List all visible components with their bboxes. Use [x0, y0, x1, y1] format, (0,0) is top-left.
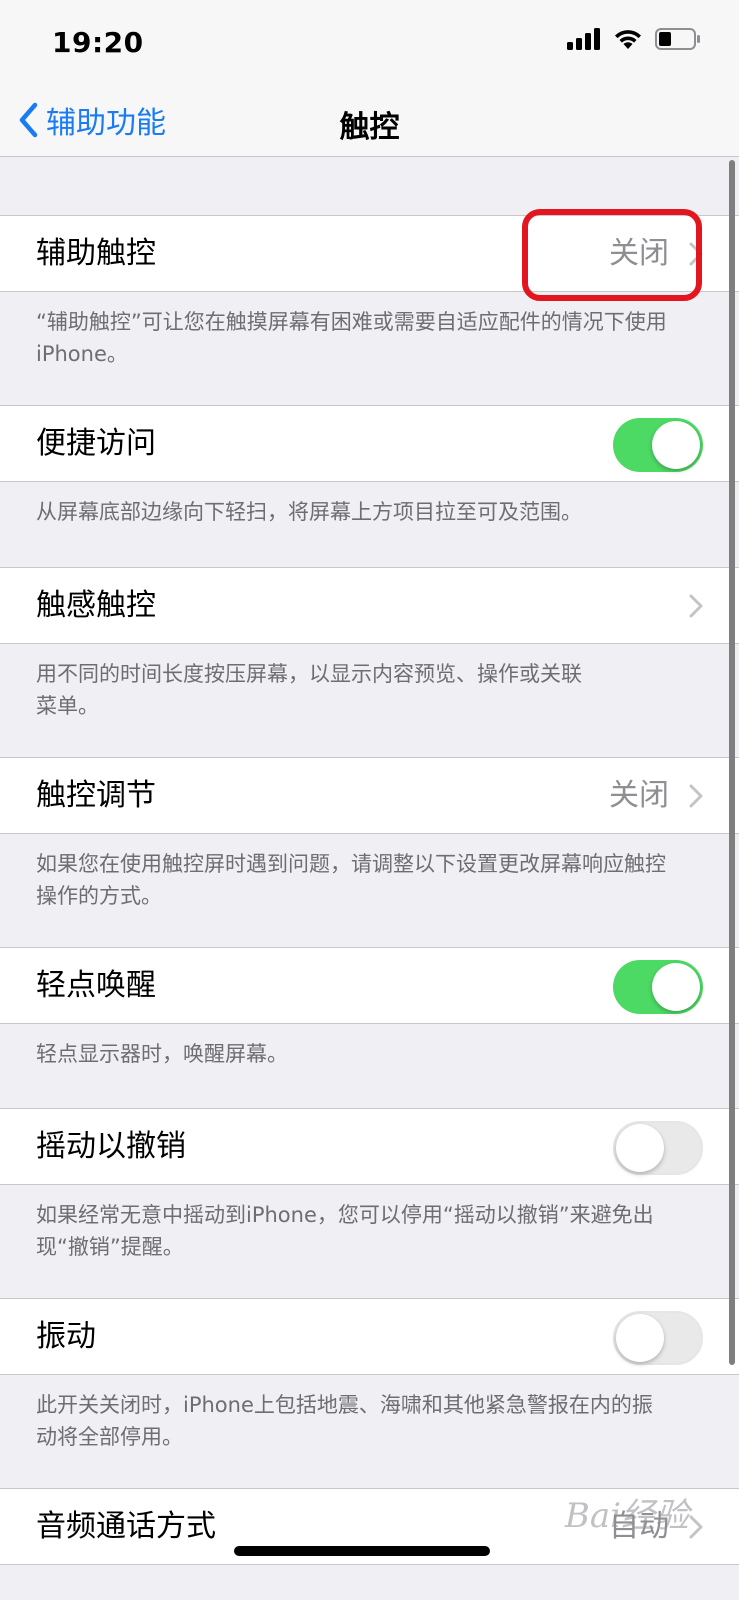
watermark: Bai经验: [564, 1496, 689, 1536]
reachability-toggle[interactable]: [613, 418, 703, 472]
row-value: 关闭: [609, 778, 669, 813]
status-bar: 19:20: [0, 0, 739, 88]
row-label: 振动: [36, 1319, 96, 1354]
battery-icon: [655, 28, 700, 50]
wifi-icon: [615, 30, 641, 49]
row-label: 触感触控: [36, 588, 156, 623]
toggle-knob: [652, 421, 700, 469]
chevron-right-icon: [689, 1515, 703, 1539]
chevron-right-icon: [689, 594, 703, 618]
tap-to-wake-toggle[interactable]: [613, 960, 703, 1014]
row-label: 音频通话方式: [36, 1509, 216, 1544]
settings-section: 便捷访问 从屏幕底部边缘向下轻扫，将屏幕上方项目拉至可及范围。: [0, 405, 739, 528]
shake-to-undo-row[interactable]: 摇动以撤销: [0, 1108, 739, 1185]
status-icons: [567, 28, 701, 50]
row-label: 摇动以撤销: [36, 1129, 186, 1164]
settings-section: 振动 此开关关闭时，iPhone上包括地震、海啸和其他紧急警报在内的振动将全部停…: [0, 1298, 739, 1453]
status-time: 19:20: [52, 26, 144, 59]
tap-to-wake-row[interactable]: 轻点唤醒: [0, 947, 739, 1024]
toggle-knob: [652, 963, 700, 1011]
settings-list[interactable]: 辅助触控 关闭 “辅助触控”可让您在触摸屏幕有困难或需要自适应配件的情况下使用i…: [0, 157, 739, 1600]
page-title: 触控: [339, 110, 400, 145]
scroll-indicator[interactable]: [729, 160, 735, 1365]
cellular-signal-icon: [567, 28, 600, 50]
row-label: 辅助触控: [36, 236, 156, 271]
toggle-knob: [616, 1124, 664, 1172]
section-footer: 如果经常无意中摇动到iPhone，您可以停用“摇动以撤销”来避免出现“撤销”提醒…: [36, 1203, 654, 1259]
settings-section: 触控调节 关闭 如果您在使用触控屏时遇到问题，请调整以下设置更改屏幕响应触控操作…: [0, 757, 739, 912]
section-footer: “辅助触控”可让您在触摸屏幕有困难或需要自适应配件的情况下使用iPhone。: [36, 310, 667, 366]
section-footer: 此开关关闭时，iPhone上包括地震、海啸和其他紧急警报在内的振动将全部停用。: [36, 1393, 653, 1449]
section-footer: 如果您在使用触控屏时遇到问题，请调整以下设置更改屏幕响应触控操作的方式。: [36, 852, 666, 908]
navigation-bar: 辅助功能 触控: [0, 88, 739, 157]
toggle-knob: [616, 1314, 664, 1362]
row-label: 便捷访问: [36, 426, 156, 461]
settings-section: 轻点唤醒 轻点显示器时，唤醒屏幕。: [0, 947, 739, 1070]
touch-accommodations-row[interactable]: 触控调节 关闭: [0, 757, 739, 834]
section-footer: 用不同的时间长度按压屏幕，以显示内容预览、操作或关联菜单。: [36, 662, 582, 718]
reachability-row[interactable]: 便捷访问: [0, 405, 739, 482]
row-label: 轻点唤醒: [36, 968, 156, 1003]
haptic-touch-row[interactable]: 触感触控: [0, 567, 739, 644]
vibration-toggle[interactable]: [613, 1311, 703, 1365]
vibration-row[interactable]: 振动: [0, 1298, 739, 1375]
section-footer: 轻点显示器时，唤醒屏幕。: [36, 1042, 288, 1066]
home-indicator[interactable]: [234, 1546, 490, 1556]
row-label: 触控调节: [36, 778, 156, 813]
shake-to-undo-toggle[interactable]: [613, 1121, 703, 1175]
section-footer: 从屏幕底部边缘向下轻扫，将屏幕上方项目拉至可及范围。: [36, 500, 582, 524]
highlight-annotation: [522, 209, 702, 301]
settings-section: 摇动以撤销 如果经常无意中摇动到iPhone，您可以停用“摇动以撤销”来避免出现…: [0, 1108, 739, 1263]
chevron-right-icon: [689, 784, 703, 808]
settings-section: 触感触控 用不同的时间长度按压屏幕，以显示内容预览、操作或关联菜单。: [0, 567, 739, 722]
